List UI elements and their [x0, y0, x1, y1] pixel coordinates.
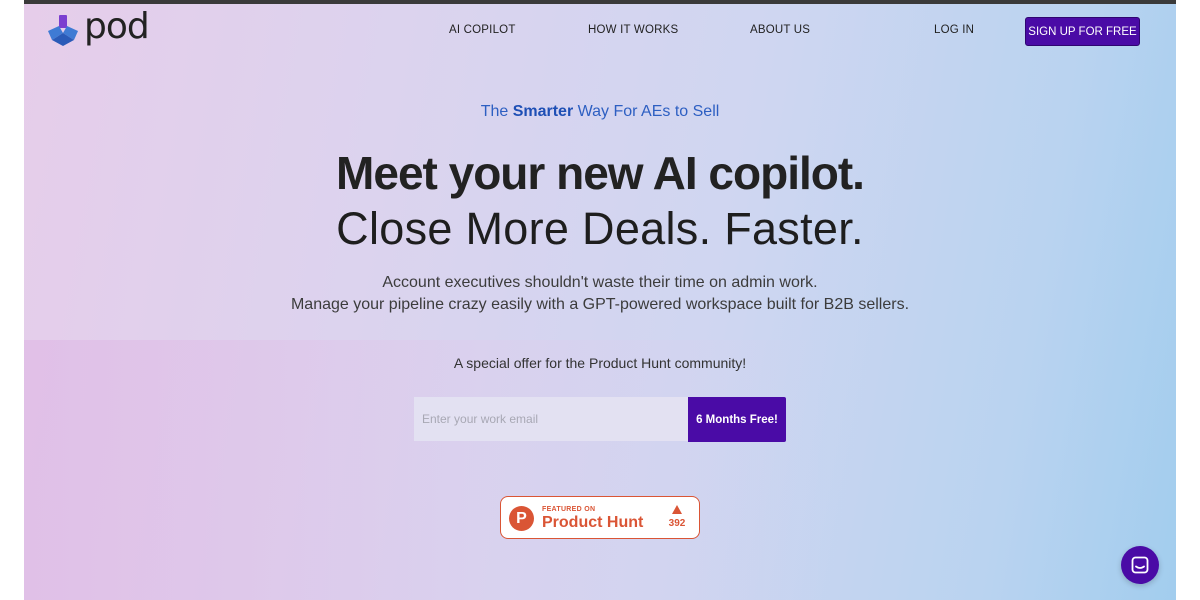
- hero-subheadline: Close More Deals. Faster.: [336, 203, 864, 254]
- brand-logo[interactable]: pod: [46, 6, 150, 50]
- tagline-emphasis: Smarter: [512, 103, 574, 120]
- brand-name: pod: [84, 6, 150, 47]
- offer-text: A special offer for the Product Hunt com…: [453, 355, 747, 371]
- hero-description: Account executives shouldn't waste their…: [24, 272, 1176, 316]
- description-line-2: Manage your pipeline crazy easily with a…: [290, 296, 910, 313]
- chat-icon: [1131, 556, 1149, 574]
- ph-name: Product Hunt: [542, 514, 644, 531]
- top-border: [24, 0, 1176, 4]
- tagline-post: Way For AEs to Sell: [573, 103, 720, 120]
- email-input[interactable]: [414, 397, 688, 441]
- chat-launcher-button[interactable]: [1121, 546, 1159, 584]
- product-hunt-logo-icon: P: [509, 506, 534, 531]
- login-link[interactable]: LOG IN: [934, 24, 974, 36]
- six-months-free-button[interactable]: 6 Months Free!: [688, 397, 786, 442]
- hero-tagline: The Smarter Way For AEs to Sell: [24, 103, 1176, 121]
- upvote-arrow-icon: [672, 505, 682, 514]
- nav-ai-copilot[interactable]: AI COPILOT: [449, 24, 516, 36]
- pod-logo-icon: [48, 15, 78, 46]
- product-hunt-badge[interactable]: P FEATURED ON Product Hunt 392: [500, 496, 700, 539]
- nav-about-us[interactable]: ABOUT US: [750, 24, 810, 36]
- hero-headline: Meet your new AI copilot.: [336, 147, 865, 199]
- description-line-1: Account executives shouldn't waste their…: [382, 274, 818, 291]
- ph-featured-label: FEATURED ON: [542, 506, 596, 513]
- page-frame: pod AI COPILOT HOW IT WORKS ABOUT US LOG…: [24, 0, 1176, 600]
- signup-button[interactable]: SIGN UP FOR FREE: [1025, 17, 1140, 46]
- tagline-pre: The: [480, 103, 513, 120]
- ph-upvote-count: 392: [668, 518, 686, 529]
- nav-how-it-works[interactable]: HOW IT WORKS: [588, 24, 678, 36]
